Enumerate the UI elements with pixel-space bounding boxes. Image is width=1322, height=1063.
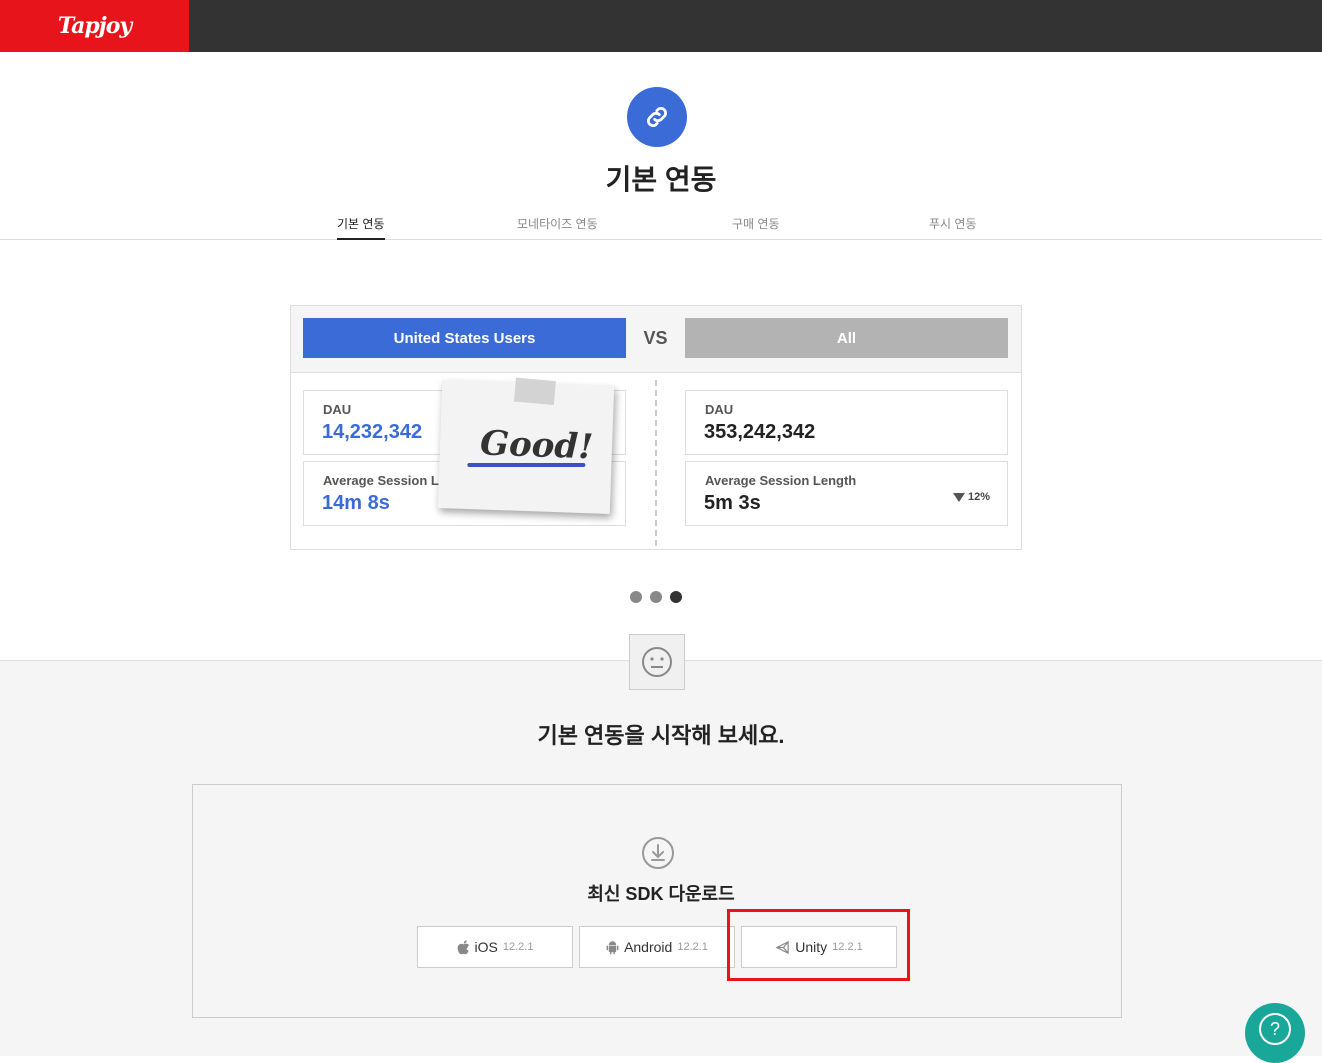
us-users-label: United States Users [303, 318, 626, 358]
android-sdk-button[interactable]: Android 12.2.1 [579, 926, 735, 968]
comparison-header: United States Users VS All [291, 306, 1021, 373]
tab-basic[interactable]: 기본 연동 [337, 215, 385, 240]
vs-label: VS [643, 328, 668, 348]
note-text: Good! [479, 423, 594, 468]
tab-push[interactable]: 푸시 연동 [929, 215, 977, 232]
help-icon: ? [1259, 1013, 1291, 1045]
comparison-panel: United States Users VS All DAU 14,232,34… [290, 305, 1022, 550]
cta-title: 기본 연동을 시작해 보세요. [537, 723, 785, 748]
tapjoy-logo[interactable]: Tapjoy [0, 0, 189, 52]
note-underline [467, 463, 586, 468]
us-dau-label: DAU [323, 402, 352, 417]
neutral-face-icon [629, 634, 685, 690]
ios-sdk-button[interactable]: iOS 12.2.1 [417, 926, 573, 968]
android-icon [606, 940, 619, 954]
triangle-down-icon [952, 492, 965, 502]
carousel-dots [630, 591, 682, 603]
carousel-dot[interactable] [630, 591, 642, 603]
good-sticky-note: Good! [437, 377, 615, 514]
unity-highlight-box [727, 909, 910, 981]
all-users-label: All [685, 318, 1008, 358]
top-bar [0, 0, 1322, 52]
all-dau-value: 353,242,342 [704, 421, 816, 443]
us-session-value: 14m 8s [322, 492, 390, 514]
tab-purchase[interactable]: 구매 연동 [732, 215, 780, 232]
page-title: 기본 연동 [605, 164, 717, 195]
tape [513, 377, 556, 405]
session-delta: 12% [952, 491, 990, 503]
sdk-title: 최신 SDK 다운로드 [587, 884, 735, 904]
us-dau-value: 14,232,342 [322, 421, 423, 443]
download-icon [641, 836, 674, 869]
all-session-value: 5m 3s [704, 492, 761, 514]
android-version: 12.2.1 [677, 941, 708, 953]
link-icon [627, 87, 687, 147]
all-session-label: Average Session Length [705, 473, 857, 488]
all-dau-label: DAU [705, 402, 734, 417]
session-delta-value: 12% [967, 491, 990, 503]
logo-text: Tapjoy [57, 13, 132, 39]
all-session-card: Average Session Length 5m 3s 12% [685, 461, 1008, 526]
tab-monetize[interactable]: 모네타이즈 연동 [517, 215, 598, 232]
ios-label: iOS [474, 939, 498, 955]
carousel-dot-active[interactable] [670, 591, 682, 603]
tab-bar: 기본 연동 모네타이즈 연동 구매 연동 푸시 연동 [0, 212, 1322, 240]
apple-icon [457, 939, 469, 954]
android-label: Android [624, 939, 673, 955]
carousel-dot[interactable] [650, 591, 662, 603]
ios-version: 12.2.1 [502, 941, 534, 953]
comparison-divider [655, 380, 657, 546]
all-dau-card: DAU 353,242,342 [685, 390, 1008, 455]
help-button[interactable]: ? [1245, 1003, 1305, 1063]
